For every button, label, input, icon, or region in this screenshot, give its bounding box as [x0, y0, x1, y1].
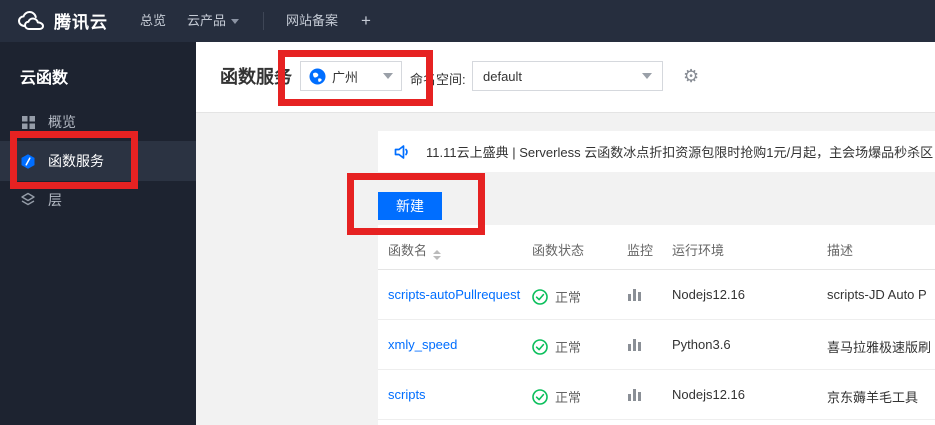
- create-function-button[interactable]: 新建: [378, 192, 442, 220]
- speaker-icon: [394, 144, 412, 160]
- navbar-item-cloud-products[interactable]: 云产品: [187, 0, 240, 42]
- status-ok-icon: [532, 388, 548, 405]
- page-header: 函数服务 广州 命名空间: default ⚙: [196, 42, 935, 113]
- function-name-link[interactable]: xmly_speed: [388, 337, 457, 352]
- cloud-logo-icon: [16, 10, 46, 32]
- status-cell: 正常: [532, 287, 581, 306]
- status-cell: 正常: [532, 337, 581, 356]
- sidebar: 云函数 概览 函数服务 层: [0, 42, 196, 425]
- description-cell: scripts-JD Auto P: [827, 287, 927, 302]
- navbar-add-tab-button[interactable]: +: [361, 0, 371, 42]
- layers-icon: [20, 192, 36, 208]
- sidebar-item-label: 概览: [48, 114, 76, 130]
- column-header-runtime: 运行环境: [672, 243, 725, 258]
- table-row: scripts-autoPullrequest 正常 Nodejs12.16 s…: [378, 270, 935, 320]
- brand-name: 腾讯云: [54, 13, 108, 32]
- description-cell: 喜马拉雅极速版刷: [827, 340, 932, 355]
- promo-banner: 11.11云上盛典 | Serverless 云函数冰点折扣资源包限时抢购1元/…: [378, 131, 935, 172]
- sidebar-item-label: 函数服务: [48, 153, 104, 169]
- runtime-cell: Nodejs12.16: [672, 287, 745, 302]
- function-name-link[interactable]: scripts-autoPullrequest: [388, 287, 520, 302]
- table-header-row: 函数名 函数状态 监控 运行环境 描述: [378, 225, 935, 270]
- monitor-chart-icon[interactable]: [627, 387, 643, 405]
- function-hexagon-icon: [20, 153, 36, 169]
- sidebar-title: 云函数: [20, 70, 69, 87]
- banner-text: 11.11云上盛典 | Serverless 云函数冰点折扣资源包限时抢购1元/…: [426, 145, 934, 160]
- table-row: scripts 正常 Nodejs12.16 京东薅羊毛工具: [378, 370, 935, 420]
- status-ok-icon: [532, 288, 548, 305]
- sidebar-item-overview[interactable]: 概览: [0, 103, 196, 141]
- namespace-value: default: [483, 68, 523, 84]
- function-name-link[interactable]: scripts: [388, 387, 426, 402]
- chevron-down-icon: [642, 73, 652, 79]
- status-ok-icon: [532, 338, 548, 355]
- runtime-cell: Python3.6: [672, 337, 731, 352]
- monitor-chart-icon[interactable]: [627, 287, 643, 305]
- status-text: 正常: [555, 340, 582, 355]
- chevron-down-icon: [231, 19, 240, 25]
- column-header-status: 函数状态: [532, 243, 585, 258]
- monitor-chart-icon[interactable]: [627, 337, 643, 355]
- navbar-divider: [263, 12, 264, 30]
- chevron-down-icon: [383, 73, 393, 79]
- region-selector[interactable]: 广州: [300, 61, 402, 91]
- sidebar-item-layers[interactable]: 层: [0, 181, 196, 219]
- table-row: xmly_speed 正常 Python3.6 喜马拉雅极速版刷: [378, 320, 935, 370]
- sort-icon[interactable]: [433, 250, 442, 260]
- namespace-selector[interactable]: default: [472, 61, 663, 91]
- tencent-cloud-logo[interactable]: 腾讯云: [16, 8, 108, 33]
- globe-icon: [309, 68, 326, 85]
- topbar: 腾讯云 总览 云产品 网站备案 +: [0, 0, 935, 42]
- runtime-cell: Nodejs12.16: [672, 387, 745, 402]
- sidebar-item-function-service[interactable]: 函数服务: [0, 141, 196, 181]
- function-table: 函数名 函数状态 监控 运行环境 描述 scripts-autoPullrequ…: [378, 225, 935, 425]
- column-header-description: 描述: [827, 243, 854, 258]
- status-cell: 正常: [532, 387, 581, 406]
- navbar-item-overview[interactable]: 总览: [140, 0, 166, 42]
- sidebar-item-label: 层: [48, 192, 62, 208]
- status-text: 正常: [555, 290, 582, 305]
- gear-icon[interactable]: ⚙: [683, 62, 699, 90]
- column-header-monitor: 监控: [627, 243, 654, 258]
- namespace-label: 命名空间:: [410, 72, 466, 87]
- navbar-item-icp-filing[interactable]: 网站备案: [286, 0, 338, 42]
- description-cell: 京东薅羊毛工具: [827, 390, 919, 405]
- status-text: 正常: [555, 390, 582, 405]
- page-title: 函数服务: [220, 67, 292, 87]
- grid-icon: [20, 114, 36, 130]
- region-value: 广州: [332, 69, 359, 85]
- column-header-name[interactable]: 函数名: [388, 240, 442, 260]
